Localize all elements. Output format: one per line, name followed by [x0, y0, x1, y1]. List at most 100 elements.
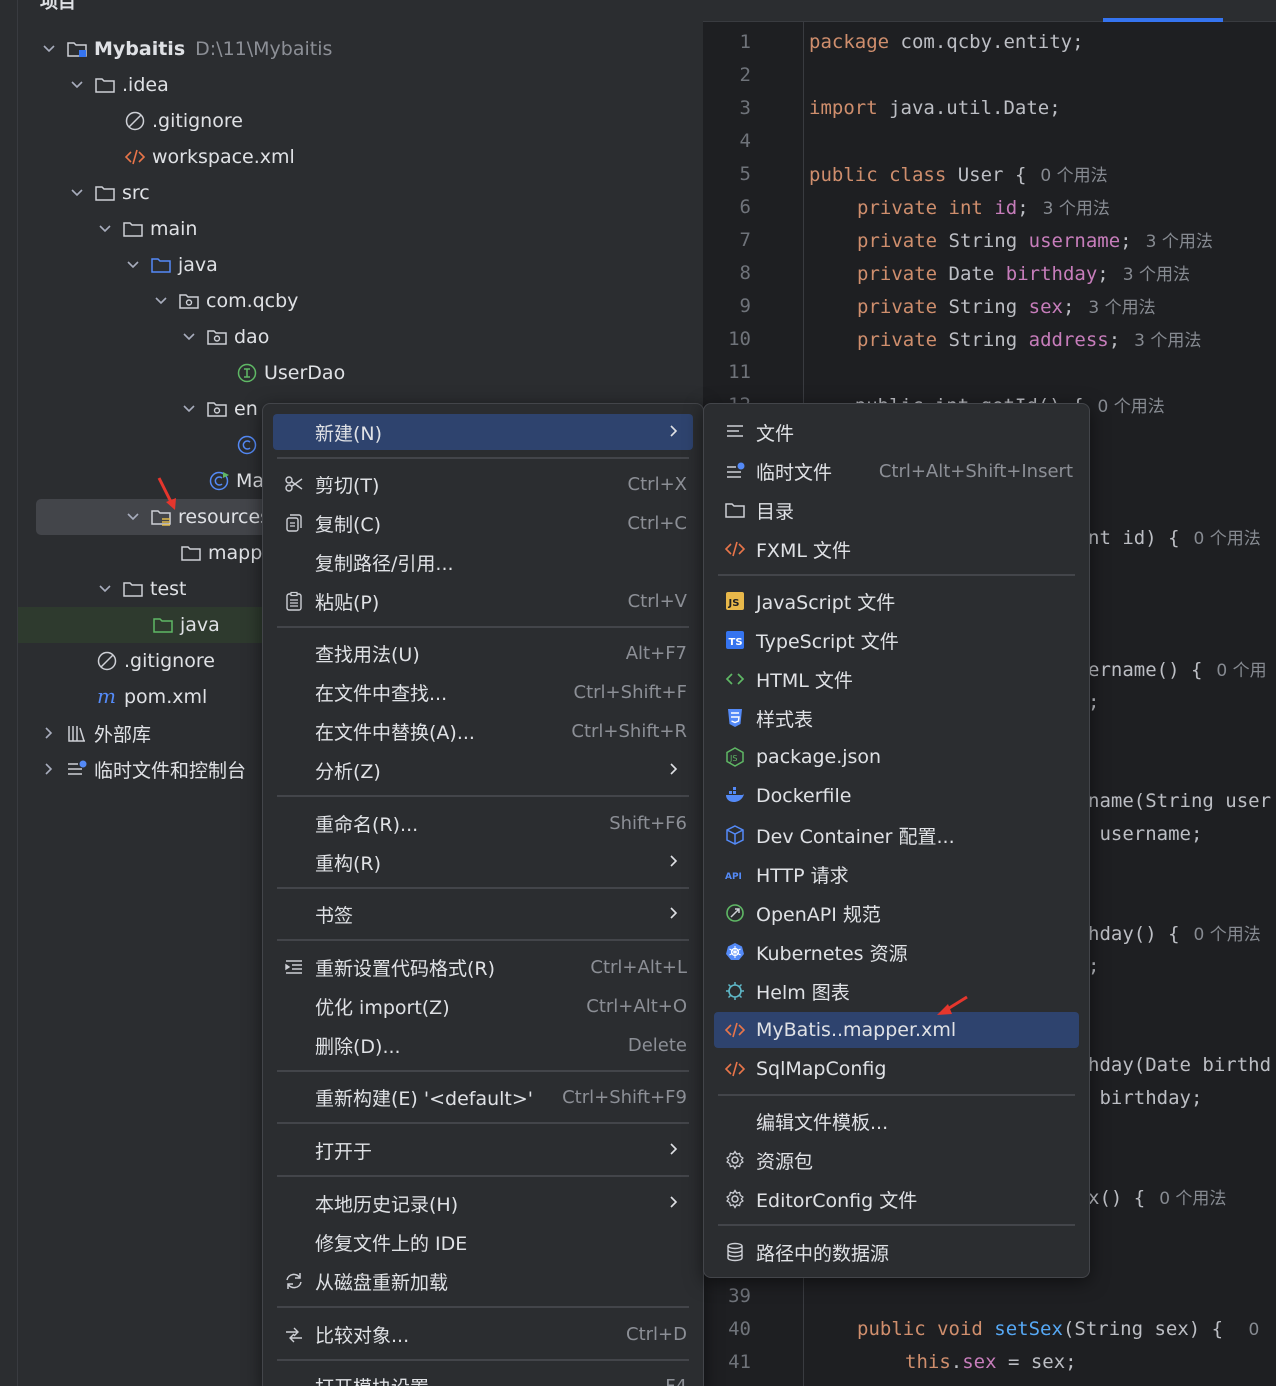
menu-item-refactor[interactable]: 重构(R) [273, 844, 693, 880]
menu-item-new-stylesheet[interactable]: 样式表 [714, 700, 1079, 736]
chevron-down-icon[interactable] [124, 256, 142, 274]
menu-item-module-settings[interactable]: 打开模块设置 F4 [273, 1368, 693, 1386]
menu-item-new-file[interactable]: 文件 [714, 414, 1079, 450]
menu-item-new-scratch[interactable]: 临时文件 Ctrl+Alt+Shift+Insert [714, 453, 1079, 489]
menu-item-bookmarks[interactable]: 书签 [273, 896, 693, 932]
menu-item-new-javascript[interactable]: JS JavaScript 文件 [714, 583, 1079, 619]
chevron-down-icon[interactable] [124, 508, 142, 526]
folder-icon [94, 74, 116, 96]
tree-item-src[interactable]: src [18, 175, 703, 211]
code-line[interactable]: 10 private String address; 3 个用法 [703, 322, 1276, 355]
chevron-down-icon[interactable] [96, 220, 114, 238]
reload-icon [283, 1270, 305, 1292]
code-line[interactable]: 41 this.sex = sex; [703, 1345, 1276, 1378]
code-line[interactable]: 4 [703, 124, 1276, 157]
code-line[interactable]: 3 import java.util.Date; [703, 91, 1276, 124]
menu-item-analyze[interactable]: 分析(Z) [273, 752, 693, 788]
tree-item-package-com-qcby[interactable]: com.qcby [18, 283, 703, 319]
tree-item-java[interactable]: java [18, 247, 703, 283]
tree-item-workspace-xml[interactable]: workspace.xml [18, 139, 703, 175]
menu-item-new-openapi[interactable]: OpenAPI 规范 [714, 895, 1079, 931]
chevron-down-icon[interactable] [68, 76, 86, 94]
menu-item-compare-with[interactable]: 比较对象... Ctrl+D [273, 1316, 693, 1352]
menu-item-reload-from-disk[interactable]: 从磁盘重新加载 [273, 1263, 693, 1299]
menu-item-rename[interactable]: 重命名(R)... Shift+F6 [273, 805, 693, 841]
code-line[interactable]: 8 private Date birthday; 3 个用法 [703, 256, 1276, 289]
menu-item-new-sqlmapconfig[interactable]: SqlMapConfig [714, 1051, 1079, 1087]
kubernetes-icon [724, 941, 746, 963]
code-line[interactable]: 1 package com.qcby.entity; [703, 25, 1276, 58]
code-line[interactable]: 2 [703, 58, 1276, 91]
menu-item-edit-file-templates[interactable]: 编辑文件模板... [714, 1103, 1079, 1139]
menu-item-paste[interactable]: 粘贴(P) Ctrl+V [273, 583, 693, 619]
tree-item-idea[interactable]: .idea [18, 67, 703, 103]
chevron-down-icon[interactable] [180, 400, 198, 418]
menu-item-new-typescript[interactable]: TS TypeScript 文件 [714, 622, 1079, 658]
menu-item-find-usages[interactable]: 查找用法(U) Alt+F7 [273, 635, 693, 671]
menu-item-new-helm[interactable]: Helm 图表 [714, 973, 1079, 1009]
menu-item-new-resource-bundle[interactable]: 资源包 [714, 1142, 1079, 1178]
left-tool-strip [0, 0, 18, 1386]
menu-item-new-dev-container[interactable]: Dev Container 配置... [714, 817, 1079, 853]
menu-item-repair-ide[interactable]: 修复文件上的 IDE [273, 1224, 693, 1260]
menu-item-new-directory[interactable]: 目录 [714, 492, 1079, 528]
code-line[interactable]: 9 private String sex; 3 个用法 [703, 289, 1276, 322]
chevron-down-icon[interactable] [96, 580, 114, 598]
menu-item-new[interactable]: 新建(N) [273, 414, 693, 450]
menu-item-replace-in-files[interactable]: 在文件中替换(A)... Ctrl+Shift+R [273, 713, 693, 749]
svg-text:API: API [725, 872, 742, 882]
annotation-arrow-icon [157, 477, 176, 510]
interface-icon [236, 362, 258, 384]
menu-item-copy-path[interactable]: 复制路径/引用... [273, 544, 693, 580]
class-icon [236, 434, 258, 456]
menu-item-new-html[interactable]: HTML 文件 [714, 661, 1079, 697]
menu-item-new-kubernetes[interactable]: Kubernetes 资源 [714, 934, 1079, 970]
usage-hint: 0 个用法 [1040, 166, 1108, 186]
panel-title: 项目 [40, 0, 76, 13]
menu-item-data-source-in-path[interactable]: 路径中的数据源 [714, 1234, 1079, 1270]
tree-item-main[interactable]: main [18, 211, 703, 247]
menu-item-new-dockerfile[interactable]: Dockerfile [714, 778, 1079, 814]
tree-item-root[interactable]: Mybaitis D:\11\Mybaitis [18, 31, 703, 67]
menu-item-cut[interactable]: 剪切(T) Ctrl+X [273, 466, 693, 502]
menu-item-new-mybatis-mapper[interactable]: MyBatis..mapper.xml [714, 1012, 1079, 1048]
menu-item-reformat-code[interactable]: 重新设置代码格式(R) Ctrl+Alt+L [273, 949, 693, 985]
annotation-arrow-icon [937, 995, 968, 1015]
menu-item-copy[interactable]: 复制(C) Ctrl+C [273, 505, 693, 541]
tree-item-gitignore[interactable]: .gitignore [18, 103, 703, 139]
tree-item-package-dao[interactable]: dao [18, 319, 703, 355]
code-line[interactable]: 6 private int id; 3 个用法 [703, 190, 1276, 223]
chevron-right-icon[interactable] [40, 724, 58, 742]
tree-item-userdao[interactable]: UserDao [18, 355, 703, 391]
menu-separator [277, 1070, 689, 1072]
code-line[interactable]: 5 public class User {0 个用法 [703, 157, 1276, 190]
menu-item-new-editorconfig[interactable]: EditorConfig 文件 [714, 1181, 1079, 1217]
new-submenu[interactable]: 文件 临时文件 Ctrl+Alt+Shift+Insert 目录 FXML 文件… [703, 403, 1090, 1278]
menu-item-optimize-imports[interactable]: 优化 import(Z) Ctrl+Alt+O [273, 988, 693, 1024]
chevron-down-icon[interactable] [152, 292, 170, 310]
chevron-right-icon[interactable] [40, 760, 58, 778]
editor-tab-bar[interactable] [703, 0, 1276, 22]
code-line[interactable]: 11 [703, 355, 1276, 388]
usage-hint: 0 个用法 [1097, 397, 1165, 417]
chevron-right-icon [667, 421, 681, 443]
context-menu[interactable]: 新建(N) 剪切(T) Ctrl+X 复制(C) Ctrl+C 复制路径/引用.… [262, 403, 704, 1386]
menu-separator [277, 795, 689, 797]
menu-item-rebuild[interactable]: 重新构建(E) '<default>' Ctrl+Shift+F9 [273, 1079, 693, 1115]
chevron-down-icon[interactable] [40, 40, 58, 58]
chevron-down-icon[interactable] [180, 328, 198, 346]
menu-item-find-in-files[interactable]: 在文件中查找... Ctrl+Shift+F [273, 674, 693, 710]
code-line[interactable]: 7 private String username; 3 个用法 [703, 223, 1276, 256]
scratch-file-icon [724, 460, 746, 482]
chevron-down-icon[interactable] [68, 184, 86, 202]
menu-item-delete[interactable]: 删除(D)... Delete [273, 1027, 693, 1063]
menu-item-open-in[interactable]: 打开于 [273, 1132, 693, 1168]
code-line[interactable]: 39 [703, 1279, 1276, 1312]
menu-item-new-package-json[interactable]: JS package.json [714, 739, 1079, 775]
menu-item-local-history[interactable]: 本地历史记录(H) [273, 1185, 693, 1221]
code-line[interactable]: 40 public void setSex(String sex) { 0 [703, 1312, 1276, 1345]
menu-item-new-http-request[interactable]: API HTTP 请求 [714, 856, 1079, 892]
menu-item-new-fxml[interactable]: FXML 文件 [714, 531, 1079, 567]
usage-hint: 3 个用法 [1088, 298, 1156, 318]
openapi-icon [724, 902, 746, 924]
